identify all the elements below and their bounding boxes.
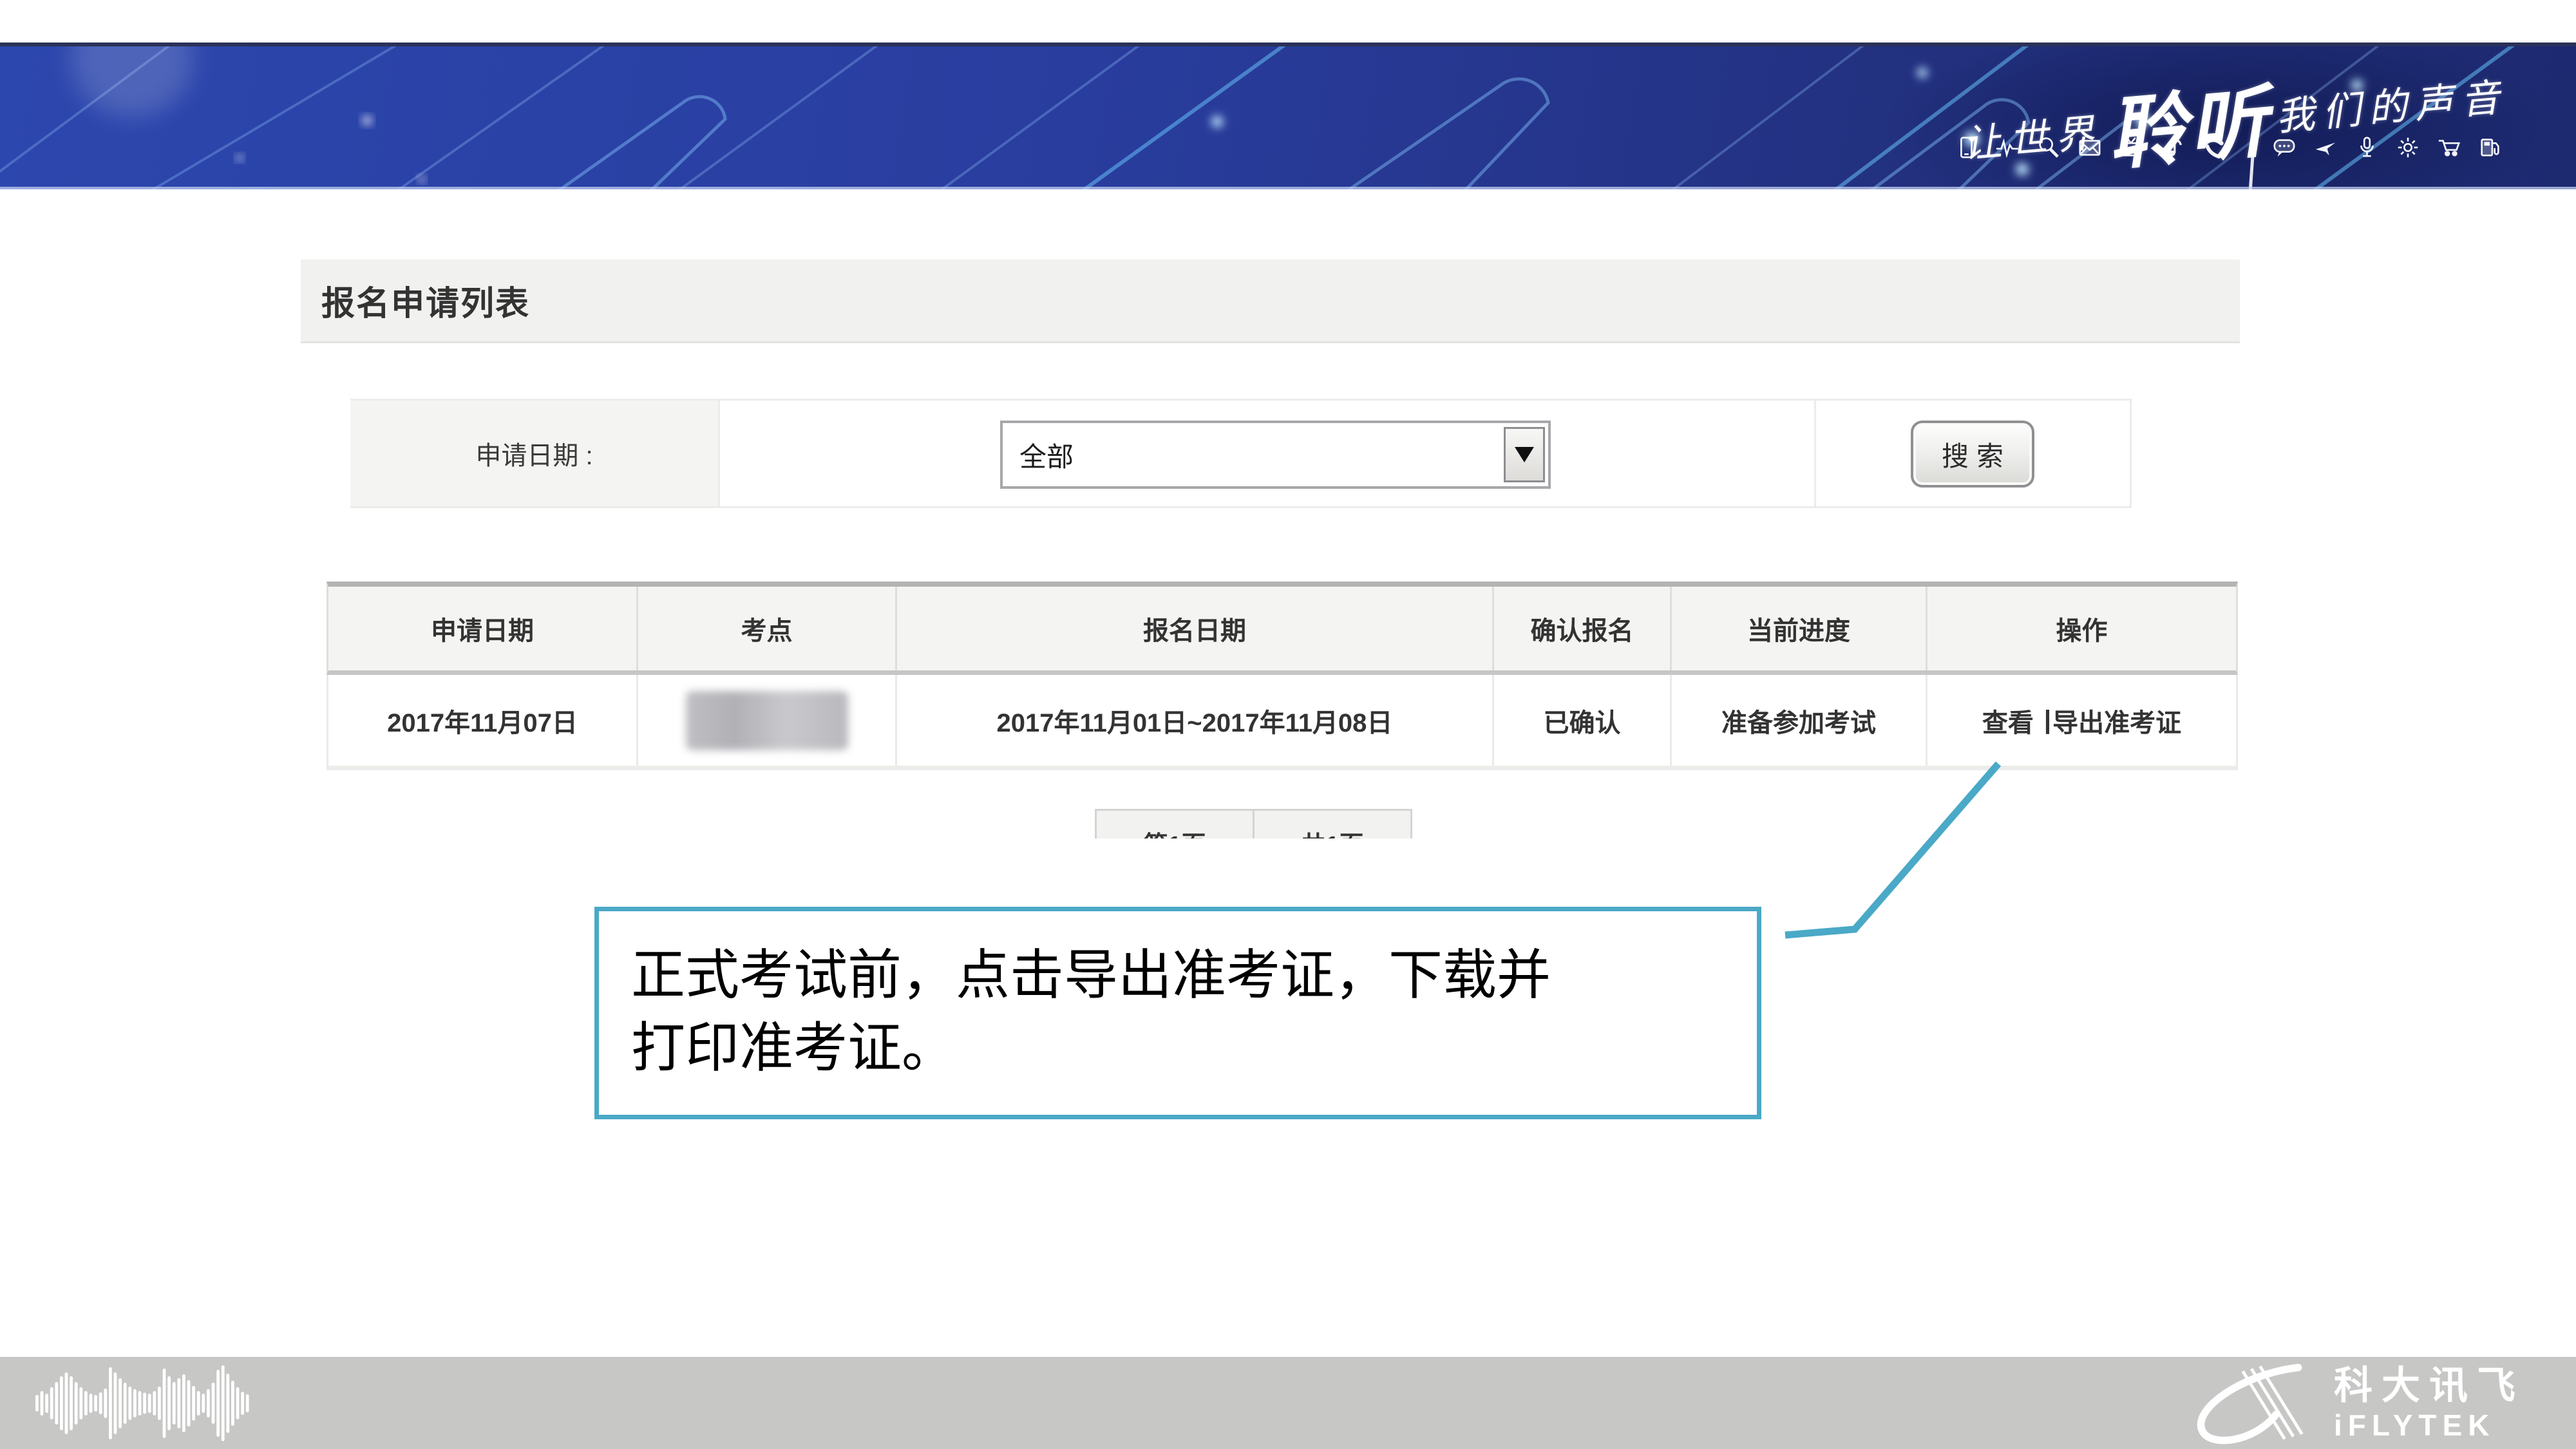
table-header-row: 申请日期 考点 报名日期 确认报名 当前进度 操作 — [327, 582, 2238, 675]
plane-icon — [2313, 135, 2338, 160]
page-title: 报名申请列表 — [321, 276, 530, 325]
application-table: 申请日期 考点 报名日期 确认报名 当前进度 操作 2017年11月07日 20… — [327, 582, 2238, 770]
page-title-panel: 报名申请列表 — [301, 260, 2240, 343]
tv-icon — [2119, 135, 2143, 160]
apply-date-label: 申请日期 : — [475, 435, 592, 472]
pulse-icon — [1995, 135, 2020, 160]
callout-line1: 正式考试前，点击导出准考证，下载并 — [631, 940, 1738, 1012]
mail-icon — [2078, 135, 2102, 160]
header-confirm: 确认报名 — [1494, 587, 1672, 670]
header-apply-date: 申请日期 — [328, 587, 638, 670]
microphone-icon — [2354, 135, 2379, 160]
cart-icon — [2437, 135, 2461, 160]
action-divider: | — [2044, 706, 2051, 735]
screen: 让世界 聆听 我们的声音 — [0, 0, 2576, 1449]
callout-line2: 打印准考证。 — [631, 1012, 1738, 1085]
export-admission-ticket-link[interactable]: 导出准考证 — [2052, 702, 2181, 739]
filter-cell-divider — [1814, 401, 1816, 506]
callout-box: 正式考试前，点击导出准考证，下载并 打印准考证。 — [594, 907, 1761, 1119]
cell-confirm-status: 已确认 — [1494, 675, 1672, 766]
banner: 让世界 聆听 我们的声音 — [0, 43, 2576, 189]
slogan-big: 聆听 — [2103, 58, 2274, 185]
select-value: 全部 — [1003, 435, 1504, 475]
date-filter-select[interactable]: 全部 — [1000, 421, 1551, 489]
header-site: 考点 — [638, 587, 897, 670]
header-action: 操作 — [1927, 587, 2236, 670]
header-progress: 当前进度 — [1672, 587, 1927, 670]
filter-label-cell: 申请日期 : — [350, 401, 720, 506]
cell-progress: 准备参加考试 — [1672, 675, 1927, 766]
brand-name-en: iFLYTEK — [2334, 1410, 2524, 1440]
footer-bar: 科大讯飞 iFLYTEK — [0, 1357, 2576, 1449]
total-pages-button[interactable]: 共1页 — [1253, 809, 1412, 838]
chevron-down-icon[interactable] — [1504, 427, 1545, 482]
handset-icon — [2201, 135, 2226, 160]
header-reg-period: 报名日期 — [897, 587, 1494, 670]
banner-icon-row — [1954, 135, 2503, 160]
redacted-test-site — [686, 691, 848, 750]
speech-bubble-icon — [2272, 135, 2297, 160]
table-row: 2017年11月07日 2017年11月01日~2017年11月08日 已确认 … — [327, 675, 2238, 770]
brand-text: 科大讯飞 iFLYTEK — [2334, 1367, 2524, 1440]
pagination: 第1页 共1页 — [1095, 809, 1417, 838]
cell-actions: 查看 | 导出准考证 — [1927, 675, 2236, 766]
slogan-right: 我们的声音 — [2273, 66, 2509, 142]
cell-apply-date: 2017年11月07日 — [328, 675, 638, 766]
music-note-icon — [2160, 135, 2184, 160]
waveform-logo — [35, 1361, 254, 1445]
iflytek-swoosh-icon — [2168, 1360, 2320, 1446]
brand-name-cn: 科大讯飞 — [2334, 1367, 2524, 1405]
sun-icon — [2396, 135, 2420, 160]
phone-icon — [1954, 135, 1978, 160]
filter-row: 申请日期 : 全部 搜索 — [350, 399, 2132, 508]
cell-site — [638, 675, 897, 766]
search-button[interactable]: 搜索 — [1911, 421, 2034, 488]
current-page-button[interactable]: 第1页 — [1095, 809, 1255, 838]
iflytek-brand: 科大讯飞 iFLYTEK — [2168, 1357, 2524, 1449]
search-icon — [2036, 135, 2061, 160]
cell-reg-period: 2017年11月01日~2017年11月08日 — [897, 675, 1494, 766]
fuel-pump-icon — [2478, 135, 2503, 160]
view-link[interactable]: 查看 — [1982, 702, 2034, 739]
